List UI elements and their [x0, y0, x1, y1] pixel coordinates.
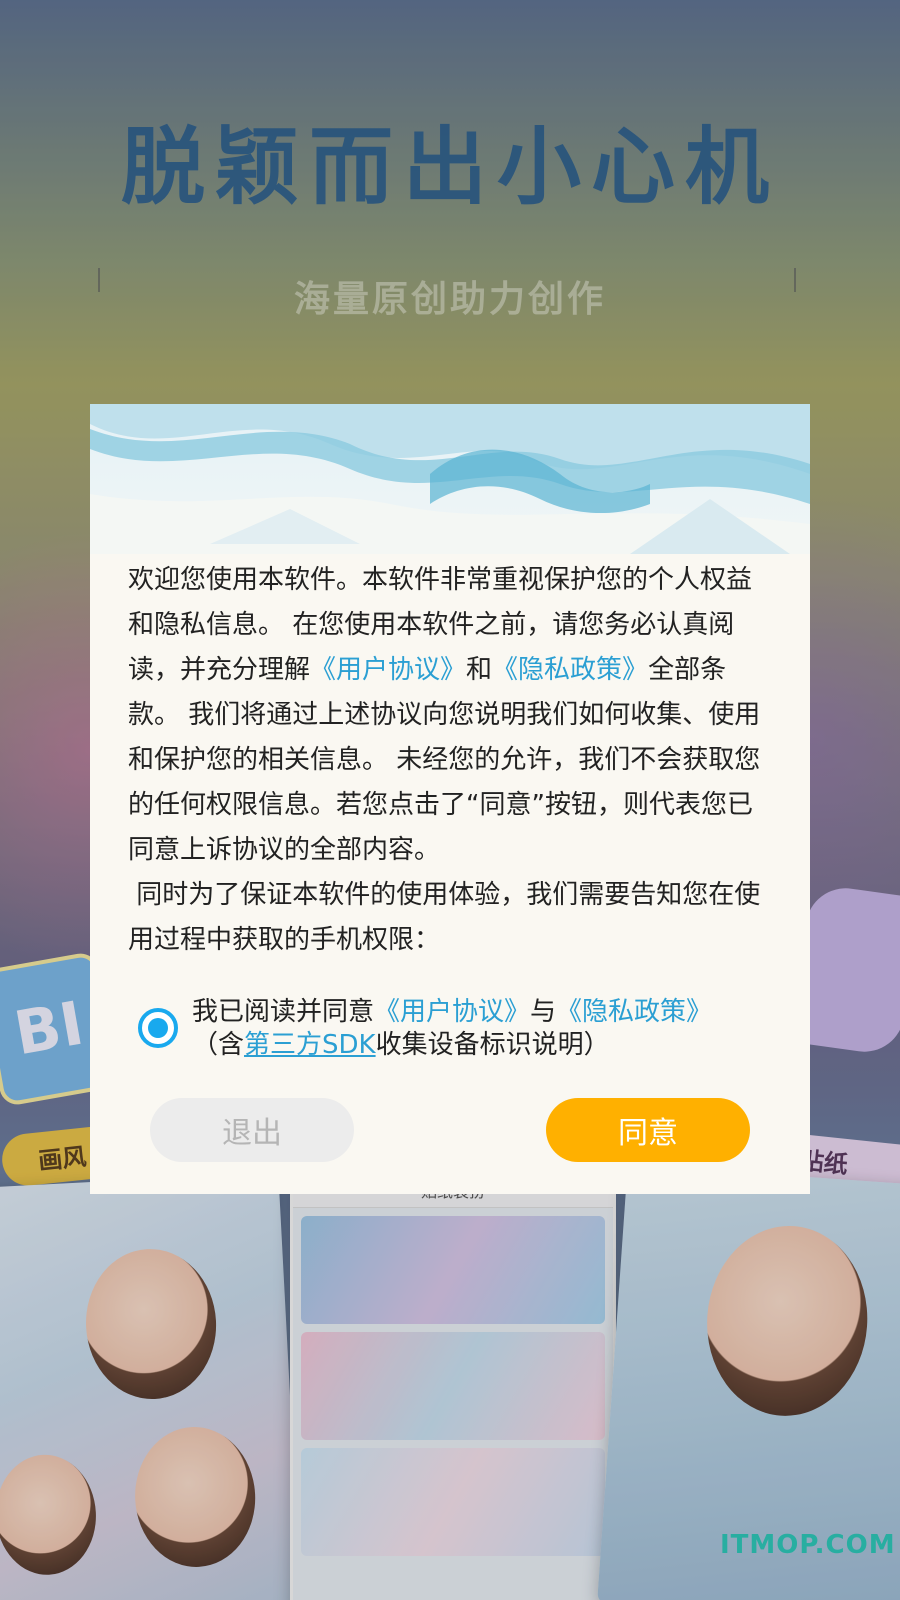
consent-prefix: 我已阅读并同意: [192, 997, 375, 1027]
consent-radio[interactable]: [138, 1008, 178, 1048]
consent-text: 我已阅读并同意《用户协议》与《隐私政策》 （含第三方SDK收集设备标识说明）: [192, 996, 712, 1062]
consent-row[interactable]: 我已阅读并同意《用户协议》与《隐私政策》 （含第三方SDK收集设备标识说明）: [138, 996, 770, 1062]
intro-and-text: 和: [466, 655, 493, 685]
permissions-paragraph: 同时为了保证本软件的使用体验，我们需要告知您在使用过程中获取的手机权限：: [128, 880, 761, 955]
intro-rest-text: 全部条款。 我们将通过上述协议向您说明我们如何收集、使用和保护您的相关信息。 未…: [128, 655, 761, 865]
intro-paragraph: 欢迎您使用本软件。本软件非常重视保护您的个人权益和隐私信息。 在您使用本软件之前…: [128, 558, 772, 873]
privacy-policy-link[interactable]: 《隐私政策》: [492, 655, 648, 685]
consent-and: 与: [530, 997, 557, 1027]
consent-privacy-policy-link[interactable]: 《隐私政策》: [556, 997, 712, 1027]
consent-user-agreement-link[interactable]: 《用户协议》: [374, 997, 530, 1027]
splash-screen: 脱颖而出小心机 海量原创助力创作 BI 画风 贴纸 贴纸装扮 ITMOP.COM: [0, 0, 900, 1600]
exit-button[interactable]: 退出: [150, 1098, 354, 1162]
wave-art-icon: [90, 404, 810, 554]
consent-sdk-suffix: 收集设备标识说明）: [375, 1030, 610, 1060]
third-party-sdk-link[interactable]: 第三方SDK: [244, 1030, 376, 1060]
consent-paren-open: （含: [192, 1030, 245, 1060]
dialog-body: 欢迎您使用本软件。本软件非常重视保护您的个人权益和隐私信息。 在您使用本软件之前…: [90, 558, 810, 963]
radio-checked-dot: [148, 1018, 168, 1038]
agree-button[interactable]: 同意: [546, 1098, 750, 1162]
dialog-header-illustration: [90, 404, 810, 554]
privacy-dialog: 欢迎您使用本软件。本软件非常重视保护您的个人权益和隐私信息。 在您使用本软件之前…: [90, 404, 810, 1194]
user-agreement-link[interactable]: 《用户协议》: [310, 655, 466, 685]
